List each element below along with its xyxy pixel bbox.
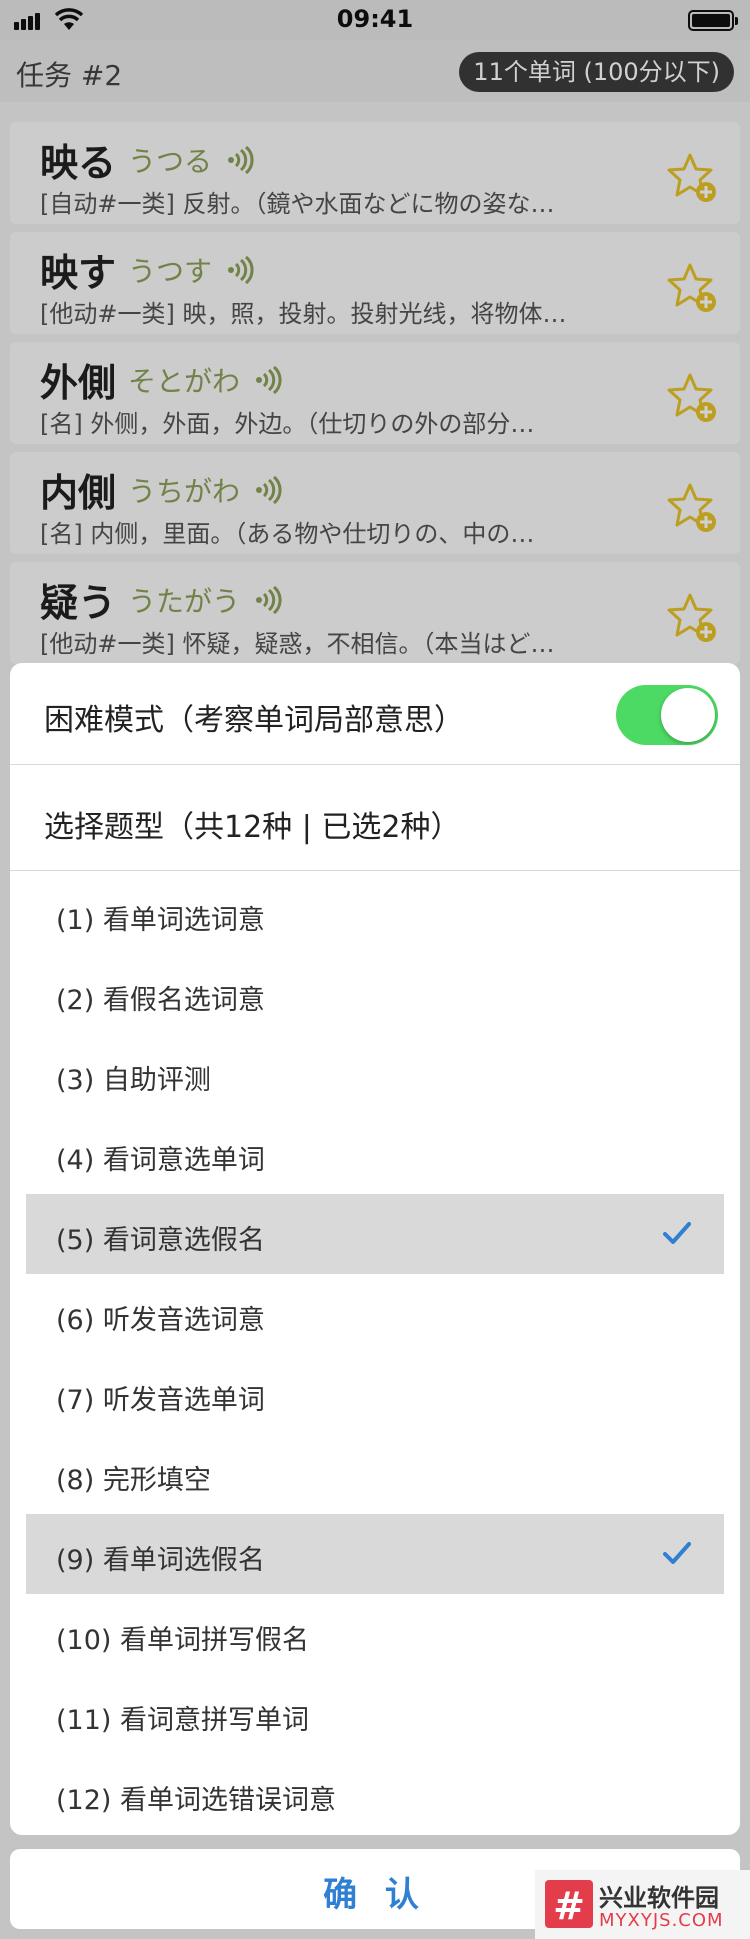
watermark: # 兴业软件园 MYXYJS.COM xyxy=(535,1870,750,1939)
question-type-option[interactable]: (12) 看单词选错误词意 xyxy=(26,1754,724,1834)
watermark-name: 兴业软件园 xyxy=(599,1884,719,1912)
toggle-knob xyxy=(661,688,715,742)
hard-mode-toggle[interactable] xyxy=(616,685,718,745)
question-type-option[interactable]: (9) 看单词选假名 xyxy=(26,1514,724,1594)
checkmark-icon xyxy=(663,1222,691,1244)
option-label: (1) 看单词选词意 xyxy=(56,905,265,936)
question-type-option[interactable]: (6) 听发音选词意 xyxy=(26,1274,724,1354)
option-label: (4) 看词意选单词 xyxy=(56,1145,265,1176)
option-label: (6) 听发音选词意 xyxy=(56,1305,265,1336)
question-types-title: 选择题型（共12种 | 已选2种） xyxy=(44,810,461,845)
option-label: (11) 看词意拼写单词 xyxy=(56,1705,310,1736)
watermark-logo: # xyxy=(545,1880,593,1928)
option-label: (9) 看单词选假名 xyxy=(56,1545,265,1576)
option-label: (12) 看单词选错误词意 xyxy=(56,1785,337,1816)
option-label: (5) 看词意选假名 xyxy=(56,1225,265,1256)
question-type-option[interactable]: (3) 自助评测 xyxy=(26,1034,724,1114)
watermark-domain: MYXYJS.COM xyxy=(599,1910,724,1931)
hard-mode-label: 困难模式（考察单词局部意思） xyxy=(44,703,464,738)
question-type-option[interactable]: (11) 看词意拼写单词 xyxy=(26,1674,724,1754)
question-type-option[interactable]: (1) 看单词选词意 xyxy=(26,874,724,954)
question-type-option[interactable]: (7) 听发音选单词 xyxy=(26,1354,724,1434)
option-label: (3) 自助评测 xyxy=(56,1065,211,1096)
option-label: (7) 听发音选单词 xyxy=(56,1385,265,1416)
question-type-option[interactable]: (5) 看词意选假名 xyxy=(26,1194,724,1274)
option-label: (8) 完形填空 xyxy=(56,1465,211,1496)
quiz-settings-sheet: 困难模式（考察单词局部意思） 选择题型（共12种 | 已选2种） (1) 看单词… xyxy=(10,663,740,1835)
question-type-option[interactable]: (10) 看单词拼写假名 xyxy=(26,1594,724,1674)
option-label: (2) 看假名选词意 xyxy=(56,985,265,1016)
question-type-option[interactable]: (4) 看词意选单词 xyxy=(26,1114,724,1194)
hard-mode-row: 困难模式（考察单词局部意思） xyxy=(10,663,740,765)
option-label: (10) 看单词拼写假名 xyxy=(56,1625,310,1656)
question-types-header: 选择题型（共12种 | 已选2种） xyxy=(10,766,740,871)
checkmark-icon xyxy=(663,1542,691,1564)
question-type-option[interactable]: (8) 完形填空 xyxy=(26,1434,724,1514)
question-type-option[interactable]: (2) 看假名选词意 xyxy=(26,954,724,1034)
